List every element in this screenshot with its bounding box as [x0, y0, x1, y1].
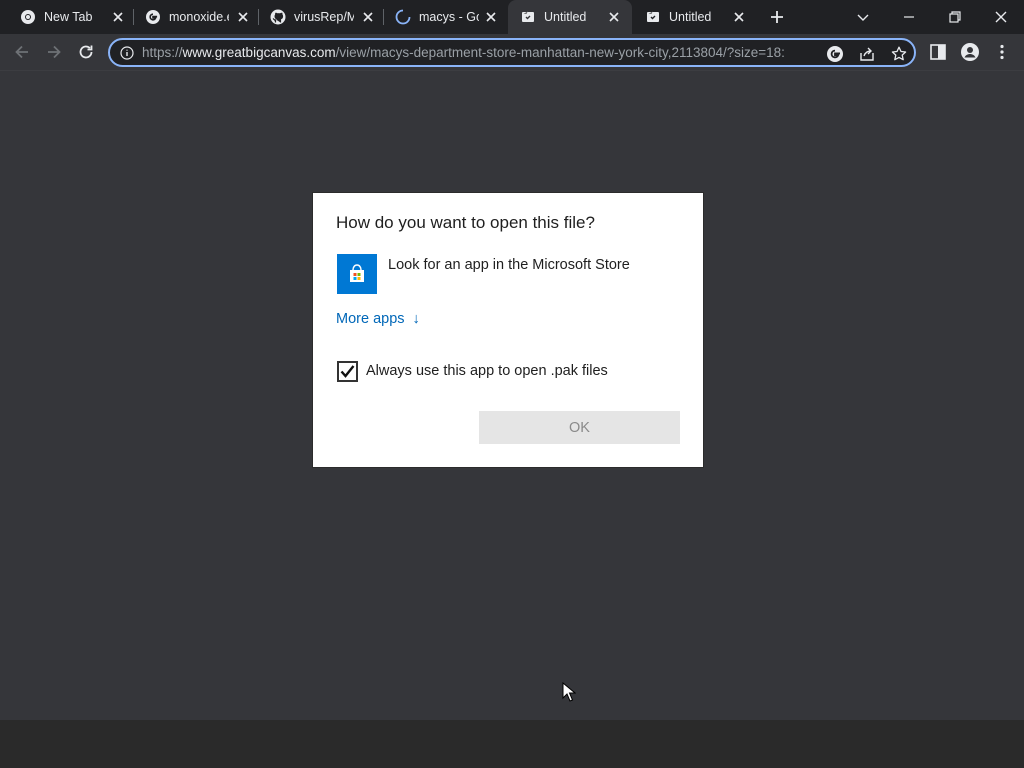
url-scheme: https://: [142, 45, 183, 60]
tab-strip: New Tab monoxide.e virusRep/M macys - Go…: [0, 0, 1024, 34]
chrome-icon: [21, 10, 35, 24]
mouse-pointer-icon: [562, 682, 576, 702]
share-icon[interactable]: [858, 45, 876, 63]
tab-title: New Tab: [44, 10, 93, 24]
tab-macys[interactable]: macys - Go: [383, 0, 507, 34]
taskbar-area: [0, 720, 1024, 768]
close-window-button[interactable]: [992, 8, 1010, 26]
arrow-down-icon: ↓: [412, 311, 420, 327]
tab-title: monoxide.e: [169, 10, 229, 24]
address-bar[interactable]: https://www.greatbigcanvas.com/view/macy…: [108, 38, 916, 67]
browser-toolbar: https://www.greatbigcanvas.com/view/macy…: [0, 34, 1024, 71]
tab-new-tab[interactable]: New Tab: [8, 0, 132, 34]
checkmark-icon: [340, 365, 355, 378]
more-apps-link[interactable]: More apps ↓: [336, 311, 420, 327]
tab-title: Untitled: [544, 10, 587, 24]
loading-spinner-icon: [395, 9, 411, 25]
forward-button[interactable]: [44, 42, 64, 62]
github-icon: [270, 9, 286, 25]
url-path: /view/macys-department-store-manhattan-n…: [335, 45, 785, 60]
store-option-label[interactable]: Look for an app in the Microsoft Store: [388, 257, 630, 273]
tab-virusrep[interactable]: virusRep/M: [258, 0, 382, 34]
url-host: www.greatbigcanvas.com: [182, 45, 336, 60]
tab-title: virusRep/M: [294, 10, 354, 24]
ok-button[interactable]: OK: [479, 411, 680, 444]
open-with-dialog: How do you want to open this file? Look …: [312, 192, 704, 468]
close-icon[interactable]: [360, 9, 376, 25]
always-use-checkbox[interactable]: [337, 361, 358, 382]
info-icon[interactable]: [120, 46, 134, 60]
close-icon[interactable]: [606, 9, 622, 25]
back-button[interactable]: [12, 42, 32, 62]
menu-kebab-icon[interactable]: [992, 42, 1012, 62]
tab-title: Untitled: [669, 10, 712, 24]
page-icon: [522, 11, 534, 22]
google-lens-icon[interactable]: [826, 45, 844, 63]
side-panel-icon[interactable]: [928, 42, 948, 62]
browser-window: New Tab monoxide.e virusRep/M macys - Go…: [0, 0, 1024, 768]
tab-untitled[interactable]: Untitled: [633, 0, 757, 34]
page-icon: [647, 11, 659, 22]
dialog-title: How do you want to open this file?: [336, 213, 595, 232]
tab-search-chevron-icon[interactable]: [854, 8, 872, 26]
profile-avatar-icon[interactable]: [960, 42, 980, 62]
close-icon[interactable]: [731, 9, 747, 25]
minimize-button[interactable]: [900, 8, 918, 26]
close-icon[interactable]: [235, 9, 251, 25]
microsoft-store-icon[interactable]: [337, 254, 377, 294]
reload-button[interactable]: [76, 42, 96, 62]
more-apps-label: More apps: [336, 311, 405, 327]
google-icon: [146, 10, 160, 24]
tab-monoxide[interactable]: monoxide.e: [133, 0, 257, 34]
url-text[interactable]: https://www.greatbigcanvas.com/view/macy…: [142, 45, 818, 60]
bookmark-star-icon[interactable]: [890, 45, 908, 63]
new-tab-button[interactable]: [768, 8, 786, 26]
close-icon[interactable]: [110, 9, 126, 25]
close-icon[interactable]: [483, 9, 499, 25]
always-use-label: Always use this app to open .pak files: [366, 363, 608, 379]
tab-untitled-active[interactable]: Untitled: [508, 0, 632, 34]
restore-button[interactable]: [946, 8, 964, 26]
tab-title: macys - Go: [419, 10, 479, 24]
